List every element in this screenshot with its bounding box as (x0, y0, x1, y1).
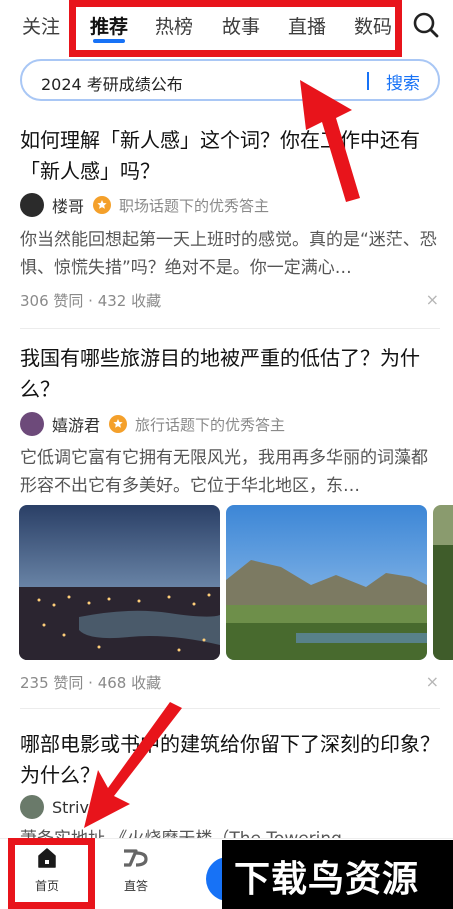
search-bar[interactable]: 2024 考研成绩公布 搜索 (20, 59, 440, 101)
zhida-logo-icon (121, 847, 151, 869)
nav-zhida[interactable]: 直答 (106, 847, 166, 894)
answer-excerpt[interactable]: 你当然能回想起第一天上班时的感觉。真的是“迷茫、恐惧、惊慌失措”吗？绝对不是。你… (20, 226, 440, 282)
watermark-text: 下载鸟资源 (234, 859, 420, 900)
author-tag: 旅行话题下的优秀答主 (135, 415, 286, 434)
home-highlight-box (8, 838, 95, 909)
card-stats: 235 赞同 · 468 收藏 (20, 674, 162, 692)
tabs-highlight-box (69, 0, 402, 57)
answer-excerpt[interactable]: 它低调它富有它拥有无限风光，我用再多华丽的词藻都形容不出它有多美好。它位于华北地… (20, 444, 440, 500)
card-stats: 306 赞同 · 432 收藏 (20, 292, 162, 310)
author-row[interactable]: 嬉游君 旅行话题下的优秀答主 (20, 411, 285, 437)
annotation-arrow-down (84, 702, 182, 828)
search-input[interactable]: 2024 考研成绩公布 (41, 71, 183, 95)
annotation-arrow-up (300, 80, 360, 202)
card-title[interactable]: 我国有哪些旅游目的地被严重的低估了？为什么？ (20, 343, 440, 405)
author-name[interactable]: 嬉游君 (52, 412, 100, 436)
divider (20, 328, 440, 329)
forest-image[interactable] (433, 505, 453, 660)
author-row[interactable]: 楼哥 职场话题下的优秀答主 (20, 192, 269, 218)
excellent-answerer-badge-icon (93, 196, 112, 214)
avatar[interactable] (20, 412, 44, 436)
tab-follow[interactable]: 关注 (22, 12, 60, 39)
avatar[interactable] (20, 193, 44, 217)
close-icon[interactable]: × (426, 290, 439, 309)
mountain-lake-image[interactable] (226, 505, 427, 660)
night-city-image[interactable] (19, 505, 220, 660)
avatar[interactable] (20, 795, 44, 819)
watermark-banner: 下载鸟资源 (222, 840, 453, 909)
nav-zhida-label: 直答 (123, 879, 148, 893)
author-name[interactable]: 楼哥 (52, 193, 84, 217)
excellent-answerer-badge-icon (109, 415, 128, 433)
search-button[interactable]: 搜索 (386, 69, 420, 94)
search-icon[interactable] (411, 10, 441, 40)
close-icon[interactable]: × (426, 672, 439, 691)
card-title[interactable]: 如何理解「新人感」这个词？你在工作中还有「新人感」吗？ (20, 125, 440, 187)
author-tag: 职场话题下的优秀答主 (119, 196, 270, 215)
